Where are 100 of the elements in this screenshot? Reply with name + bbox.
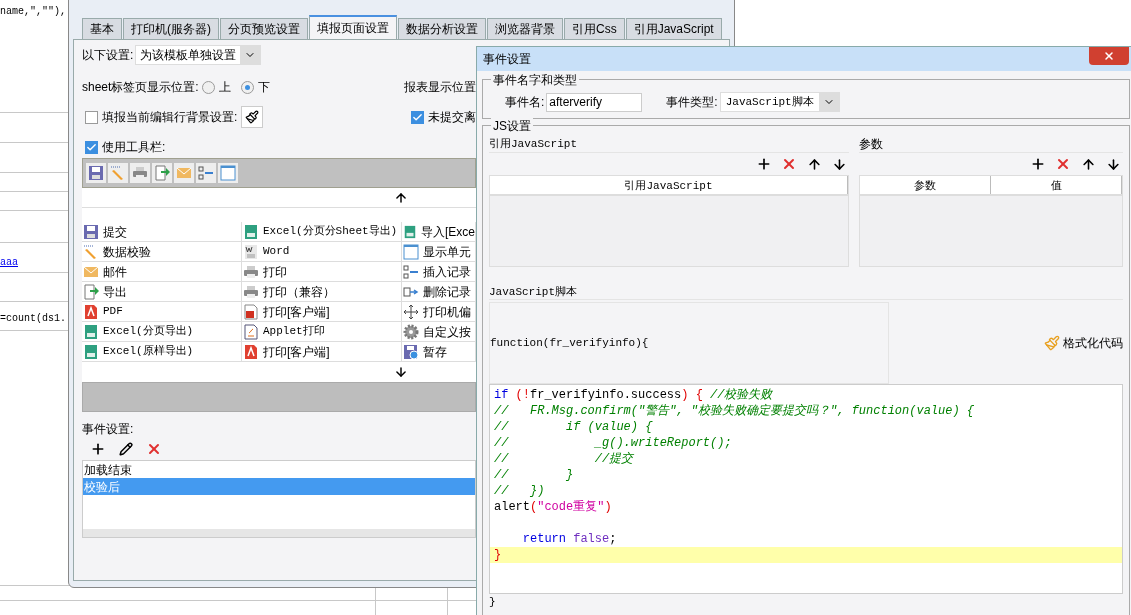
column-header[interactable]: 引用JavaScript bbox=[490, 176, 848, 194]
arrow-up-icon[interactable] bbox=[394, 190, 408, 205]
section-title: JavaScript脚本 bbox=[489, 285, 1123, 300]
report-position-label: 报表显示位置 bbox=[404, 79, 476, 96]
tab[interactable]: 填报页面设置 bbox=[309, 15, 397, 39]
close-icon bbox=[146, 441, 162, 457]
toolbar-item[interactable]: 邮件 bbox=[82, 262, 242, 282]
event-item[interactable]: 加载结束 bbox=[83, 461, 475, 478]
plus-icon bbox=[756, 156, 772, 172]
column-header[interactable]: 参数 bbox=[860, 176, 991, 194]
tab[interactable]: 打印机(服务器) bbox=[123, 18, 219, 39]
code-line: // if (value) { bbox=[493, 419, 654, 435]
radio-label: 下 bbox=[258, 79, 270, 96]
toolbar-item[interactable]: Word bbox=[242, 242, 402, 262]
cell-link[interactable]: aaa bbox=[0, 255, 18, 270]
code-line: // } bbox=[493, 467, 575, 483]
edit-button[interactable] bbox=[116, 439, 136, 459]
pencil-icon bbox=[83, 243, 99, 260]
radio-label: 上 bbox=[219, 79, 231, 96]
type-dropdown[interactable]: JavaScript脚本 bbox=[719, 92, 840, 112]
toolbar-item[interactable]: PDF bbox=[82, 302, 242, 322]
code-line: // }) bbox=[493, 483, 546, 499]
radio-button[interactable] bbox=[241, 80, 254, 94]
code-line: // //提交 bbox=[493, 451, 635, 467]
type-label: 事件类型: bbox=[666, 94, 718, 111]
column-header[interactable]: 值 bbox=[991, 176, 1122, 194]
close-icon bbox=[1103, 50, 1115, 62]
toolbar-button[interactable] bbox=[152, 163, 172, 183]
radio-button[interactable] bbox=[202, 80, 215, 94]
spreadsheet-icon bbox=[83, 343, 99, 360]
scope-dropdown[interactable]: 为该模板单独设置 bbox=[135, 45, 262, 65]
plus-icon bbox=[1030, 156, 1046, 172]
tab[interactable]: 基本 bbox=[82, 18, 122, 39]
toolbar-item[interactable]: 显示单元 bbox=[402, 242, 476, 262]
section-title: 参数 bbox=[859, 136, 1123, 153]
window-icon bbox=[403, 243, 419, 260]
checkbox[interactable] bbox=[85, 110, 98, 124]
toolbar-button[interactable] bbox=[196, 163, 216, 183]
toolbar-item[interactable]: Applet打印 bbox=[242, 322, 402, 342]
toolbar-item[interactable]: 打印（兼容） bbox=[242, 282, 402, 302]
name-label: 事件名: bbox=[505, 94, 545, 111]
document-icon bbox=[243, 243, 259, 260]
toolbar-item[interactable]: 数据校验 bbox=[82, 242, 242, 262]
name-input[interactable]: afterverify bbox=[546, 92, 643, 112]
window-icon bbox=[220, 165, 236, 181]
toolbar-item[interactable]: 打印 bbox=[242, 262, 402, 282]
spreadsheet-icon bbox=[243, 223, 259, 240]
toolbar-item[interactable]: Excel(原样导出) bbox=[82, 342, 242, 362]
code-line: // FR.Msg.confirm("警告", "校验失败确定要提交吗？", function(value) { bbox=[493, 403, 976, 419]
spreadsheet-icon bbox=[83, 323, 99, 340]
arrow-down-icon bbox=[1105, 156, 1121, 172]
row-insert-icon bbox=[198, 165, 214, 181]
checkbox[interactable] bbox=[85, 140, 98, 154]
toolbar-item[interactable]: Excel(分页导出) bbox=[82, 322, 242, 342]
envelope-icon bbox=[176, 165, 192, 181]
tab[interactable]: 数据分析设置 bbox=[398, 18, 486, 39]
function-header: function(fr_verifyinfo){ bbox=[489, 302, 889, 384]
code-editor[interactable]: if (!fr_verifyinfo.success) { //校验失败 // FR.Msg.confirm("警告", "校验失败确定要提交吗？", function(value) { // if (value) { // _g().writeReport(); // //提交 // } // }) alert("code重复") return false; } bbox=[489, 384, 1123, 594]
printer-icon bbox=[243, 263, 259, 280]
checkbox[interactable] bbox=[411, 110, 424, 124]
format-code-button[interactable]: 格式化代码 bbox=[1044, 334, 1123, 352]
code-line: if (!fr_verifyinfo.success) { //校验失败 bbox=[493, 387, 774, 403]
paint-bucket-button[interactable] bbox=[241, 106, 264, 128]
document-icon bbox=[243, 303, 259, 320]
plus-icon bbox=[90, 441, 106, 457]
toolbar-item[interactable]: 暂存 bbox=[402, 342, 476, 362]
code-line: alert("code重复") bbox=[493, 499, 613, 515]
arrow-down-icon bbox=[831, 156, 847, 172]
unsubmitted-label: 未提交离 bbox=[428, 109, 476, 126]
toolbar-button[interactable] bbox=[86, 163, 106, 183]
gear-icon bbox=[403, 323, 419, 340]
brush-icon bbox=[1044, 335, 1060, 351]
tab[interactable]: 浏览器背景 bbox=[487, 18, 563, 39]
pencil-icon bbox=[110, 165, 126, 181]
toolbar-item[interactable]: 提交 bbox=[82, 222, 242, 242]
toolbar-item[interactable]: 导入[Exce bbox=[402, 222, 476, 242]
events-label: 事件设置: bbox=[82, 421, 134, 438]
document-arrow-icon bbox=[154, 165, 170, 181]
toolbar-item[interactable]: 打印[客户端] bbox=[242, 342, 402, 362]
move-arrows-icon bbox=[403, 303, 419, 320]
code-line: // _g().writeReport(); bbox=[493, 435, 733, 451]
row-background-label: 填报当前编辑行背景设置: bbox=[102, 109, 238, 126]
tab[interactable]: 引用JavaScript bbox=[625, 18, 722, 39]
horizontal-scrollbar[interactable] bbox=[83, 529, 475, 537]
cell-formula: name,",""), bbox=[0, 5, 66, 19]
close-icon bbox=[1055, 156, 1071, 172]
arrow-down-icon[interactable] bbox=[394, 365, 408, 379]
toolbar-item[interactable]: Excel(分页分Sheet导出) bbox=[242, 222, 402, 242]
toolbar-button[interactable] bbox=[130, 163, 150, 183]
pdf-icon bbox=[243, 343, 259, 360]
document-icon bbox=[243, 323, 259, 340]
spreadsheet-icon bbox=[403, 223, 417, 240]
close-button[interactable] bbox=[1089, 47, 1129, 65]
use-toolbar-label: 使用工具栏: bbox=[102, 139, 166, 156]
tab[interactable]: 分页预览设置 bbox=[220, 18, 308, 39]
tab[interactable]: 引用Css bbox=[564, 18, 625, 39]
toolbar-item[interactable]: 导出 bbox=[82, 282, 242, 302]
toolbar-button[interactable] bbox=[218, 163, 238, 183]
toolbar-item[interactable]: 自定义按 bbox=[402, 322, 476, 342]
toolbar-item[interactable]: 打印[客户端] bbox=[242, 302, 402, 322]
